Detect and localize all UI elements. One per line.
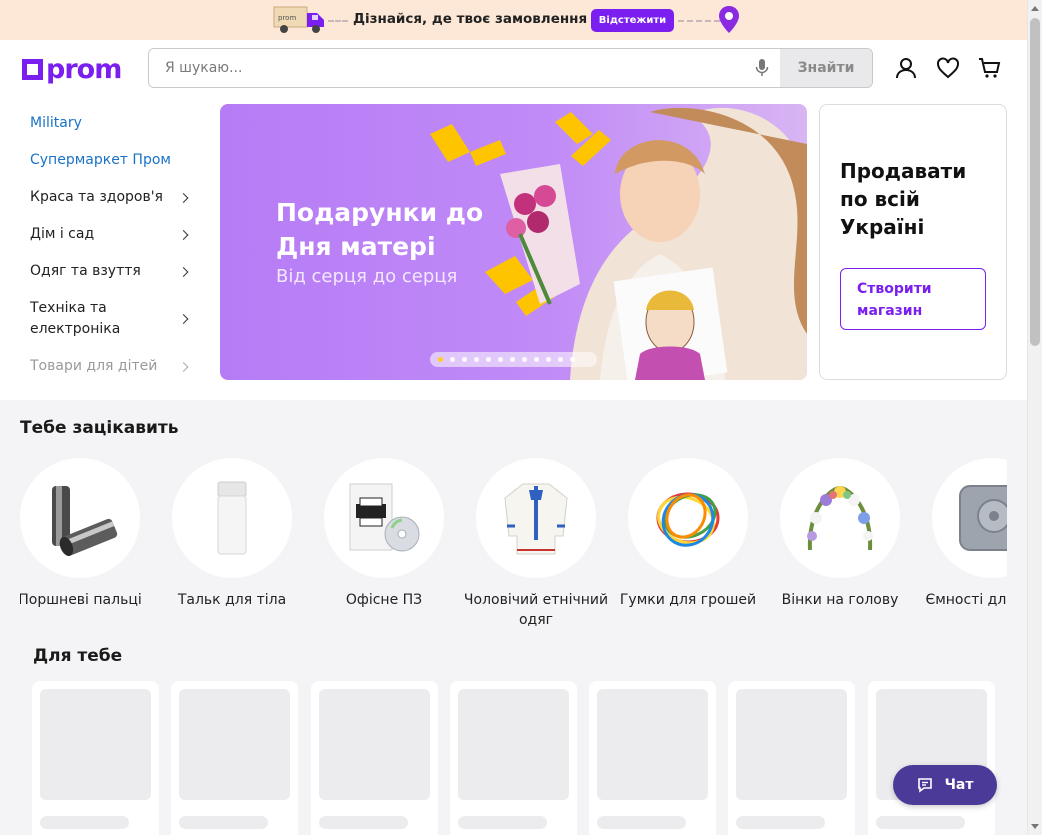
interest-item-label: Тальк для тіла [177, 592, 287, 608]
sell-card: Продавати по всій Україні Створити магаз… [819, 104, 1007, 380]
sidebar-item-label: Одяг та взуття [30, 263, 141, 279]
prom-logo[interactable]: prom [22, 54, 122, 84]
banner-dot[interactable] [474, 357, 479, 362]
banner-dot[interactable] [498, 357, 503, 362]
scrollbar-thumb[interactable] [1030, 18, 1040, 346]
logo-square-icon [22, 58, 43, 80]
search-button[interactable]: Знайти [780, 49, 872, 87]
talc-bottle-icon [172, 458, 292, 578]
sidebar-item-supermarket[interactable]: Супермаркет Пром [30, 150, 195, 171]
product-card-placeholder [868, 681, 995, 835]
interest-item[interactable]: Чоловічий етнічний одяг [464, 458, 608, 630]
embroidered-shirt-icon [476, 458, 596, 578]
sidebar-item-beauty-health[interactable]: Краса та здоров'я [30, 187, 195, 208]
banner-dot[interactable] [546, 357, 551, 362]
banner-subtitle: Від серця до серця [276, 266, 458, 287]
product-card-placeholder [171, 681, 298, 835]
flower-wreath-icon [780, 458, 900, 578]
interest-item-label: Поршневі пальці [20, 592, 142, 608]
banner-dot[interactable] [570, 357, 575, 362]
search-bar: Знайти [148, 48, 873, 88]
create-shop-button[interactable]: Створити магазин [840, 268, 986, 330]
search-input[interactable] [149, 49, 744, 87]
sidebar-item-label: Товари для дітей [30, 358, 158, 374]
interest-item-label: Вінки на голову [781, 592, 899, 608]
banner-pagination[interactable] [430, 352, 597, 367]
interest-item[interactable]: Тальк для тіла [172, 458, 292, 610]
chevron-right-icon [178, 229, 189, 240]
chat-icon [917, 778, 932, 793]
interest-item-label: Офісне ПЗ [345, 592, 423, 608]
promo-strip[interactable]: prom Дізнайся, де твоє замовлення Відсте… [0, 0, 1027, 40]
promo-banner[interactable]: Подарунки до Дня матері Від серця до сер… [220, 104, 807, 380]
interest-item[interactable]: Вінки на голову [780, 458, 900, 610]
promo-text: Дізнайся, де твоє замовлення [353, 11, 588, 27]
header: prom Знайти [0, 40, 1027, 100]
software-box-icon [324, 458, 444, 578]
sidebar-item-label: Супермаркет Пром [30, 152, 171, 168]
sidebar-item-home-garden[interactable]: Дім і сад [30, 224, 195, 245]
sidebar-item-electronics[interactable]: Техніка та електроніка [30, 298, 195, 340]
microphone-icon[interactable] [744, 49, 780, 87]
sidebar-item-kids[interactable]: Товари для дітей [30, 356, 195, 377]
product-card-placeholder [311, 681, 438, 835]
promo-dashed-line [678, 20, 720, 22]
sidebar-item-label: Краса та здоров'я [30, 189, 163, 205]
scroll-up-arrow-icon[interactable] [1031, 6, 1039, 11]
track-order-button[interactable]: Відстежити [591, 9, 674, 32]
promo-dashed-line [328, 20, 348, 22]
logo-text: prom [46, 53, 122, 85]
interest-section-title: Тебе зацікавить [20, 418, 179, 438]
category-sidebar: Military Супермаркет Пром Краса та здоро… [0, 100, 206, 400]
truck-label: prom [278, 14, 296, 22]
interest-item-label: Ємності для душа [925, 592, 1007, 608]
interest-item-label: Чоловічий етнічний одяг [463, 592, 609, 628]
sell-card-title: Продавати по всій Україні [840, 159, 967, 239]
heart-icon[interactable] [936, 56, 960, 80]
rubber-bands-icon [628, 458, 748, 578]
interest-item[interactable]: Поршневі пальці [20, 458, 142, 610]
piston-pin-icon [20, 458, 140, 578]
for-you-section-title: Для тебе [33, 646, 123, 666]
interest-item[interactable]: Офісне ПЗ [324, 458, 444, 610]
chevron-right-icon [178, 361, 189, 372]
scroll-down-arrow-icon[interactable] [1031, 824, 1039, 829]
page-scrollbar[interactable] [1027, 0, 1042, 835]
water-tank-icon [932, 458, 1007, 578]
product-card-placeholder [450, 681, 577, 835]
chevron-right-icon [178, 314, 189, 324]
banner-dot[interactable] [510, 357, 515, 362]
banner-dot[interactable] [558, 357, 563, 362]
location-pin-icon [719, 6, 739, 33]
chevron-right-icon [178, 192, 189, 203]
sidebar-item-label: Техніка та електроніка [30, 300, 121, 337]
banner-dot[interactable] [438, 357, 443, 362]
sidebar-item-clothing[interactable]: Одяг та взуття [30, 261, 195, 282]
banner-dot[interactable] [534, 357, 539, 362]
banner-dot[interactable] [486, 357, 491, 362]
chevron-right-icon [178, 266, 189, 277]
delivery-truck-icon: prom [273, 6, 324, 33]
interest-item-label: Гумки для грошей [619, 592, 757, 608]
product-card-placeholder [589, 681, 716, 835]
sidebar-item-military[interactable]: Military [30, 113, 195, 134]
interest-item[interactable]: Ємності для душа [925, 458, 1007, 610]
chat-button[interactable]: Чат [893, 765, 997, 805]
banner-dot[interactable] [462, 357, 467, 362]
product-card-placeholder [32, 681, 159, 835]
interest-carousel: Поршневі пальці Тальк для тіла Офісне ПЗ [20, 458, 1007, 638]
user-icon[interactable] [894, 56, 918, 80]
banner-title: Подарунки до Дня матері [276, 198, 484, 261]
sidebar-item-label: Дім і сад [30, 226, 95, 242]
cart-icon[interactable] [978, 56, 1002, 80]
chat-label: Чат [944, 777, 974, 793]
product-card-placeholder [728, 681, 855, 835]
interest-item[interactable]: Гумки для грошей [620, 458, 756, 610]
sidebar-item-label: Military [30, 115, 82, 131]
banner-dot[interactable] [450, 357, 455, 362]
banner-dot[interactable] [522, 357, 527, 362]
